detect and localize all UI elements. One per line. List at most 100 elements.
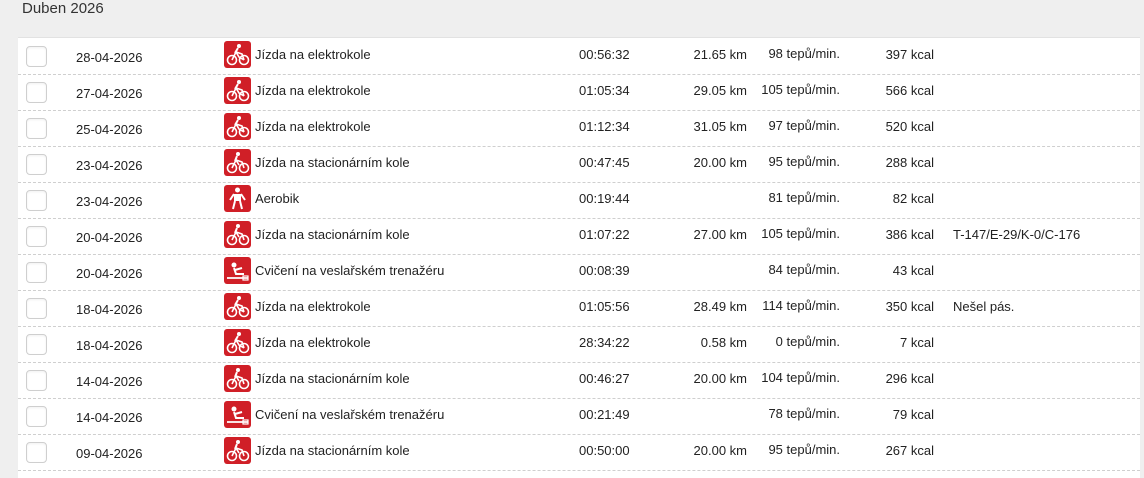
row-date: 18-04-2026 bbox=[76, 338, 143, 353]
row-calories: 267 kcal bbox=[885, 443, 934, 458]
row-distance: 28.49 km bbox=[693, 299, 747, 314]
row-checkbox[interactable] bbox=[26, 442, 47, 463]
table-row[interactable]: 25-04-2026 Jízda na elektrokole 01:12:34 31… bbox=[18, 110, 1140, 147]
row-checkbox[interactable] bbox=[26, 370, 47, 391]
row-heart-rate: 104 tepů/min. bbox=[761, 370, 840, 385]
row-activity[interactable]: Jízda na elektrokole bbox=[255, 47, 371, 62]
table-row[interactable]: 14-04-2026 Jízda na stacionárním kole 00:4… bbox=[18, 362, 1140, 399]
table-row[interactable]: 27-04-2026 Jízda na elektrokole 01:05:34 29… bbox=[18, 74, 1140, 111]
row-date: 27-04-2026 bbox=[76, 86, 143, 101]
row-calories: 566 kcal bbox=[885, 83, 934, 98]
row-calories: 79 kcal bbox=[892, 407, 934, 422]
row-heart-rate: 105 tepů/min. bbox=[761, 226, 840, 241]
row-activity[interactable]: Jízda na stacionárním kole bbox=[255, 443, 410, 458]
row-activity[interactable]: Jízda na stacionárním kole bbox=[255, 155, 410, 170]
stationary-bike-icon bbox=[224, 365, 251, 392]
row-note: T-147/E-29/K-0/C-176 bbox=[953, 227, 1081, 242]
row-heart-rate: 98 tepů/min. bbox=[768, 46, 840, 61]
row-distance: 21.65 km bbox=[693, 47, 747, 62]
row-date: 14-04-2026 bbox=[76, 374, 143, 389]
row-calories: 397 kcal bbox=[885, 47, 934, 62]
table-row[interactable]: 20-04-2026 Jízda na stacionárním kole 01:0… bbox=[18, 218, 1140, 255]
row-distance: 31.05 km bbox=[693, 119, 747, 134]
table-row[interactable]: 20-04-2026 Cvičení na veslařském trenažér… bbox=[18, 254, 1140, 291]
row-activity[interactable]: Aerobik bbox=[255, 191, 299, 206]
bike-icon bbox=[224, 41, 251, 68]
row-heart-rate: 105 tepů/min. bbox=[761, 82, 840, 97]
row-calories: 288 kcal bbox=[885, 155, 934, 170]
rowing-icon bbox=[224, 257, 251, 284]
row-activity[interactable]: Jízda na elektrokole bbox=[255, 119, 371, 134]
row-distance: 20.00 km bbox=[693, 371, 747, 386]
row-distance: 29.05 km bbox=[693, 83, 747, 98]
activity-list: 28-04-2026 Jízda na elektrokole 00:56:32 21… bbox=[18, 37, 1140, 478]
row-checkbox[interactable] bbox=[26, 190, 47, 211]
row-distance: 27.00 km bbox=[693, 227, 747, 242]
row-distance: 20.00 km bbox=[693, 155, 747, 170]
stationary-bike-icon bbox=[224, 221, 251, 248]
row-heart-rate: 114 tepů/min. bbox=[762, 298, 840, 313]
row-heart-rate: 84 tepů/min. bbox=[768, 262, 840, 277]
row-date: 09-04-2026 bbox=[76, 446, 143, 461]
row-calories: 296 kcal bbox=[885, 371, 934, 386]
row-date: 23-04-2026 bbox=[76, 158, 143, 173]
table-row[interactable]: 28-04-2026 Jízda na elektrokole 00:56:32 21… bbox=[18, 38, 1140, 75]
row-calories: 7 kcal bbox=[900, 335, 934, 350]
row-checkbox[interactable] bbox=[26, 118, 47, 139]
table-row[interactable]: 18-04-2026 Jízda na elektrokole 01:05:56 28… bbox=[18, 290, 1140, 327]
rowing-icon bbox=[224, 401, 251, 428]
table-row[interactable]: 09-04-2026 Jízda na stacionárním kole 00:5… bbox=[18, 434, 1140, 471]
table-row[interactable]: 14-04-2026 Cvičení na veslařském trenažér… bbox=[18, 398, 1140, 435]
row-date: 25-04-2026 bbox=[76, 122, 143, 137]
month-title: Duben 2026 bbox=[22, 0, 104, 17]
row-duration: 00:21:49 bbox=[579, 407, 630, 422]
row-heart-rate: 95 tepů/min. bbox=[768, 154, 840, 169]
row-heart-rate: 0 tepů/min. bbox=[775, 334, 840, 349]
row-activity[interactable]: Cvičení na veslařském trenažéru bbox=[255, 407, 444, 422]
table-row[interactable]: 18-04-2026 Jízda na elektrokole 28:34:22 0.… bbox=[18, 326, 1140, 363]
row-heart-rate: 95 tepů/min. bbox=[768, 442, 840, 457]
table-row[interactable]: 23-04-2026 Jízda na stacionárním kole 00:4… bbox=[18, 146, 1140, 183]
row-date: 28-04-2026 bbox=[76, 50, 143, 65]
row-duration: 00:08:39 bbox=[579, 263, 630, 278]
row-checkbox[interactable] bbox=[26, 334, 47, 355]
row-note: Nešel pás. bbox=[953, 299, 1015, 314]
row-calories: 520 kcal bbox=[885, 119, 934, 134]
row-date: 20-04-2026 bbox=[76, 230, 143, 245]
bike-icon bbox=[224, 113, 251, 140]
row-distance: 0.58 km bbox=[700, 335, 747, 350]
row-heart-rate: 97 tepů/min. bbox=[768, 118, 840, 133]
row-calories: 82 kcal bbox=[892, 191, 934, 206]
row-calories: 43 kcal bbox=[892, 263, 934, 278]
row-checkbox[interactable] bbox=[26, 298, 47, 319]
row-checkbox[interactable] bbox=[26, 226, 47, 247]
row-activity[interactable]: Jízda na elektrokole bbox=[255, 83, 371, 98]
row-activity[interactable]: Jízda na stacionárním kole bbox=[255, 371, 410, 386]
row-date: 14-04-2026 bbox=[76, 410, 143, 425]
row-duration: 00:19:44 bbox=[579, 191, 630, 206]
stationary-bike-icon bbox=[224, 437, 251, 464]
row-calories: 350 kcal bbox=[885, 299, 934, 314]
row-checkbox[interactable] bbox=[26, 262, 47, 283]
bike-icon bbox=[224, 77, 251, 104]
row-date: 18-04-2026 bbox=[76, 302, 143, 317]
row-checkbox[interactable] bbox=[26, 406, 47, 427]
row-heart-rate: 78 tepů/min. bbox=[768, 406, 840, 421]
aerobic-icon bbox=[224, 185, 251, 212]
row-checkbox[interactable] bbox=[26, 46, 47, 67]
row-checkbox[interactable] bbox=[26, 82, 47, 103]
row-activity[interactable]: Cvičení na veslařském trenažéru bbox=[255, 263, 444, 278]
row-heart-rate: 81 tepů/min. bbox=[768, 190, 840, 205]
row-activity[interactable]: Jízda na elektrokole bbox=[255, 299, 371, 314]
row-checkbox[interactable] bbox=[26, 154, 47, 175]
row-date: 20-04-2026 bbox=[76, 266, 143, 281]
row-activity[interactable]: Jízda na stacionárním kole bbox=[255, 227, 410, 242]
stationary-bike-icon bbox=[224, 149, 251, 176]
row-date: 23-04-2026 bbox=[76, 194, 143, 209]
bike-icon bbox=[224, 293, 251, 320]
row-activity[interactable]: Jízda na elektrokole bbox=[255, 335, 371, 350]
row-calories: 386 kcal bbox=[885, 227, 934, 242]
table-row[interactable]: 23-04-2026 Aerobik 00:19:44 81 tepů/min. 82 … bbox=[18, 182, 1140, 219]
bike-icon bbox=[224, 329, 251, 356]
row-distance: 20.00 km bbox=[693, 443, 747, 458]
